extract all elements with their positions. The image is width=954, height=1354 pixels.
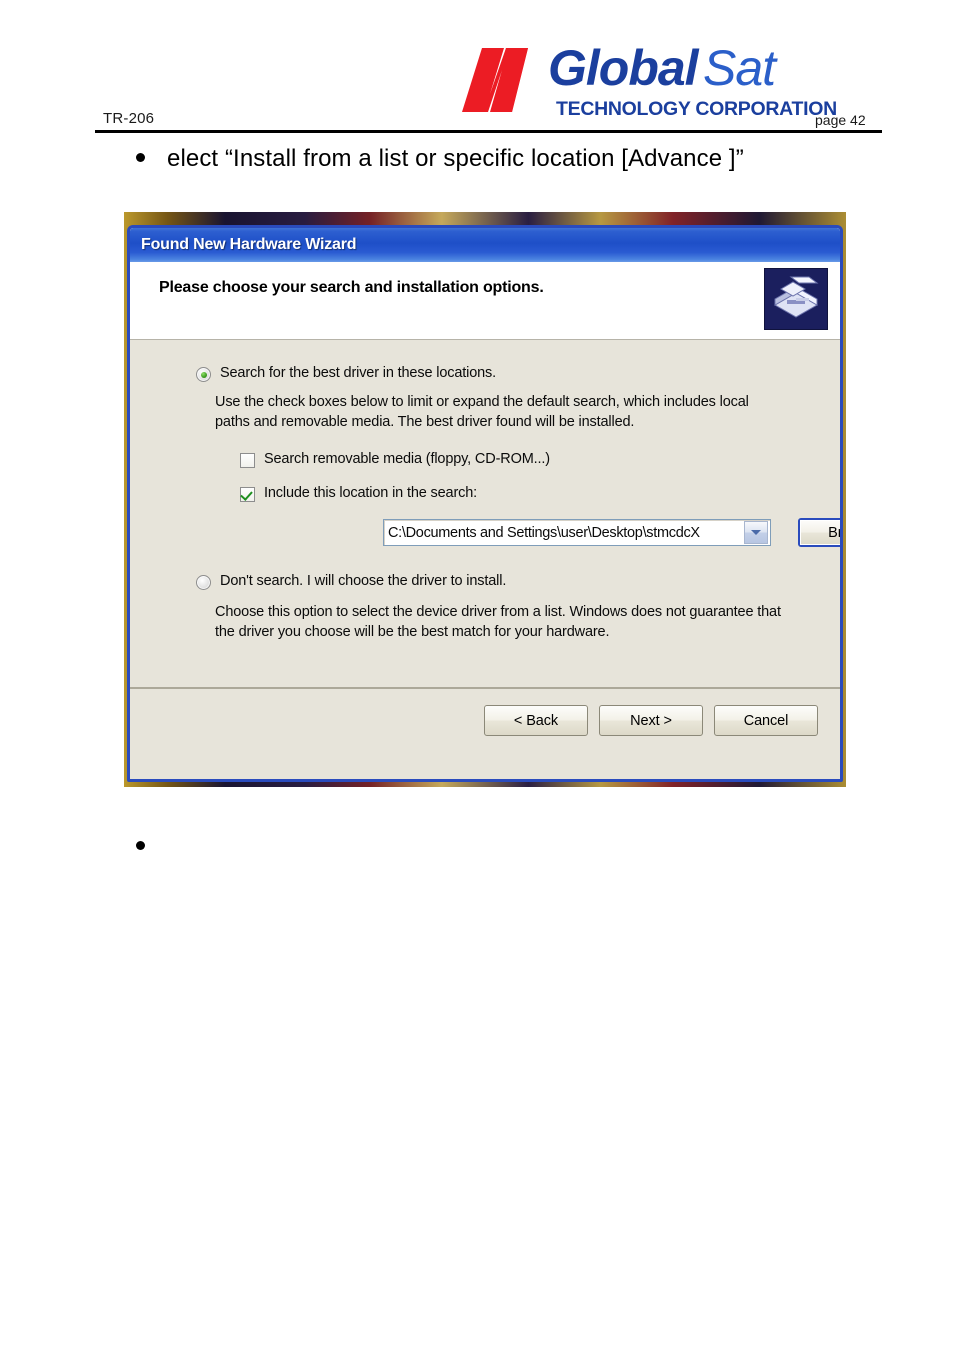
cancel-button[interactable]: Cancel xyxy=(714,705,818,736)
found-new-hardware-wizard-dialog: Found New Hardware Wizard Please choose … xyxy=(127,225,843,782)
logo-word-sat: Sat xyxy=(703,40,776,96)
hardware-wizard-icon xyxy=(764,268,828,330)
option-1-description: Use the check boxes below to limit or ex… xyxy=(215,392,840,432)
dialog-header-title: Please choose your search and installati… xyxy=(159,279,544,296)
location-path-row: C:\Documents and Settings\user\Desktop\s… xyxy=(383,518,840,547)
dialog-footer: < Back Next > Cancel xyxy=(130,687,840,779)
checkbox-label-search-removable-media: Search removable media (floppy, CD-ROM..… xyxy=(264,451,550,467)
bullet-dot-icon-2 xyxy=(136,841,145,850)
dialog-header-band: Please choose your search and installati… xyxy=(130,262,840,340)
radio-option-dont-search[interactable]: Don't search. I will choose the driver t… xyxy=(196,572,506,591)
option-2-description: Choose this option to select the device … xyxy=(215,602,840,642)
option-2-description-line-2: the driver you choose will be the best m… xyxy=(215,624,610,640)
location-path-value[interactable]: C:\Documents and Settings\user\Desktop\s… xyxy=(384,525,744,541)
header-divider xyxy=(95,130,882,133)
next-button[interactable]: Next > xyxy=(599,705,703,736)
dialog-title: Found New Hardware Wizard xyxy=(141,236,357,253)
page-number: page 42 xyxy=(815,112,866,128)
radio-option-search-best-driver[interactable]: Search for the best driver in these loca… xyxy=(196,364,496,383)
option-1-description-line-1: Use the check boxes below to limit or ex… xyxy=(215,394,749,410)
checkbox-row-search-removable-media[interactable]: Search removable media (floppy, CD-ROM..… xyxy=(240,450,550,469)
chevron-down-icon[interactable] xyxy=(744,521,768,544)
back-button[interactable]: < Back xyxy=(484,705,588,736)
location-path-combobox[interactable]: C:\Documents and Settings\user\Desktop\s… xyxy=(383,519,771,546)
dialog-titlebar[interactable]: Found New Hardware Wizard xyxy=(130,228,840,262)
browse-button[interactable]: Browse xyxy=(798,518,840,547)
checkbox-icon-search-removable-media[interactable] xyxy=(240,453,255,468)
globalsat-logo: Global Sat TECHNOLOGY CORPORATION xyxy=(460,40,837,122)
browse-button-label: Browse xyxy=(800,520,840,545)
radio-button-icon[interactable] xyxy=(196,367,211,382)
dialog-footer-buttons: < Back Next > Cancel xyxy=(484,705,818,736)
option-1-description-line-2: paths and removable media. The best driv… xyxy=(215,414,635,430)
logo-tagline: TECHNOLOGY CORPORATION xyxy=(556,98,837,120)
dialog-body: Search for the best driver in these loca… xyxy=(130,340,840,687)
checkbox-icon-include-this-location[interactable] xyxy=(240,487,255,502)
bullet-text-1: elect “Install from a list or specific l… xyxy=(167,145,744,172)
bullet-item-1: elect “Install from a list or specific l… xyxy=(136,145,744,173)
page-header: Global Sat TECHNOLOGY CORPORATION TR-206… xyxy=(0,0,954,135)
radio-button-icon-2[interactable] xyxy=(196,575,211,590)
radio-option-label-1: Search for the best driver in these loca… xyxy=(220,365,496,381)
document-code: TR-206 xyxy=(103,110,155,127)
checkbox-row-include-this-location[interactable]: Include this location in the search: xyxy=(240,484,477,503)
bullet-item-2 xyxy=(136,841,167,854)
bullet-dot-icon xyxy=(136,153,145,162)
radio-option-label-2: Don't search. I will choose the driver t… xyxy=(220,573,507,589)
globalsat-n-mark-icon xyxy=(460,42,556,117)
option-2-description-line-1: Choose this option to select the device … xyxy=(215,604,781,620)
logo-word-global: Global xyxy=(548,40,699,96)
embedded-screenshot: Found New Hardware Wizard Please choose … xyxy=(124,212,846,787)
checkbox-label-include-this-location: Include this location in the search: xyxy=(264,485,478,501)
